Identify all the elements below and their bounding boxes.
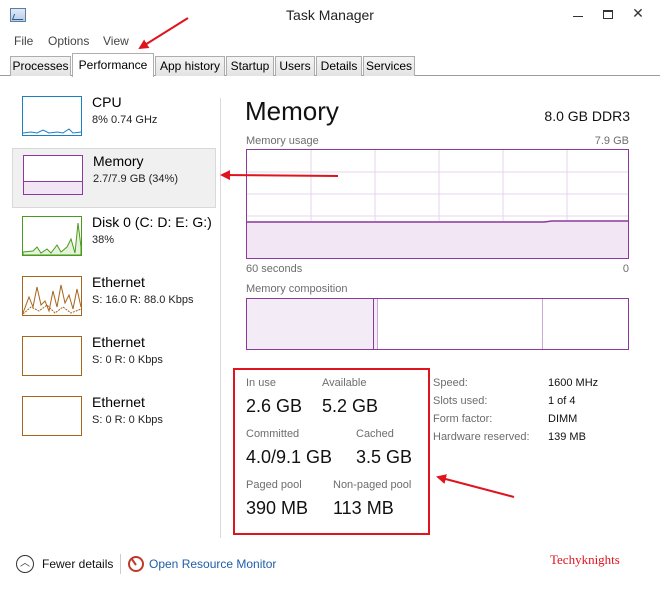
memory-spec: 8.0 GB DDR3 — [544, 108, 630, 124]
tab-details[interactable]: Details — [316, 56, 362, 76]
menu-options[interactable]: Options — [48, 34, 89, 48]
sidebar-item-detail: S: 16.0 R: 88.0 Kbps — [92, 294, 194, 306]
composition-standby — [378, 299, 543, 349]
close-icon: ✕ — [632, 6, 644, 22]
menu-view[interactable]: View — [103, 34, 129, 48]
pane-divider[interactable] — [220, 98, 221, 538]
tab-performance[interactable]: Performance — [72, 53, 154, 77]
sidebar-item-detail: S: 0 R: 0 Kbps — [92, 414, 163, 426]
sidebar-item-label: Ethernet — [92, 334, 145, 350]
property-label: Hardware reserved: — [433, 431, 530, 443]
graph-time-left: 60 seconds — [246, 263, 303, 275]
cpu-thumbnail-graph — [22, 96, 82, 136]
open-resource-monitor-link[interactable]: Open Resource Monitor — [149, 557, 276, 571]
fewer-details-link[interactable]: Fewer details — [42, 557, 113, 571]
property-label: Speed: — [433, 377, 468, 389]
resource-list: CPU 8% 0.74 GHz Memory 2.7/7.9 GB (34%) … — [10, 90, 220, 540]
chevron-up-icon: ︿ — [20, 558, 30, 569]
property-value: 1600 MHz — [548, 377, 599, 389]
minimize-button[interactable] — [564, 2, 592, 24]
property-label: Slots used: — [433, 395, 488, 407]
sidebar-item-detail: S: 0 R: 0 Kbps — [92, 354, 163, 366]
sidebar-item-ethernet-2[interactable]: Ethernet S: 0 R: 0 Kbps — [12, 330, 216, 390]
ethernet-thumbnail-graph — [22, 276, 82, 316]
tab-app-history[interactable]: App history — [155, 56, 225, 76]
tab-bar: Processes Performance App history Startu… — [0, 52, 660, 77]
property-value: 139 MB — [548, 431, 586, 443]
highlight-box — [233, 368, 430, 535]
sidebar-item-ethernet-1[interactable]: Ethernet S: 16.0 R: 88.0 Kbps — [12, 270, 216, 330]
sidebar-item-disk[interactable]: Disk 0 (C: D: E: G:) 38% — [12, 210, 216, 270]
memory-thumbnail-graph — [23, 155, 83, 195]
memory-usage-graph — [246, 149, 629, 259]
tab-services[interactable]: Services — [363, 56, 415, 76]
menu-file[interactable]: File — [14, 34, 33, 48]
sidebar-item-label: CPU — [92, 94, 122, 110]
property-label: Form factor: — [433, 413, 493, 425]
sidebar-item-memory[interactable]: Memory 2.7/7.9 GB (34%) — [12, 148, 216, 208]
sidebar-item-detail: 2.7/7.9 GB (34%) — [93, 173, 178, 185]
graph-time-right: 0 — [622, 263, 629, 275]
title-bar: Task Manager ✕ — [0, 0, 660, 30]
tab-users[interactable]: Users — [275, 56, 315, 76]
sidebar-item-label: Memory — [93, 153, 144, 169]
composition-free — [543, 299, 628, 349]
arrow-to-stats-box — [436, 474, 515, 498]
window-title: Task Manager — [286, 7, 374, 23]
usage-graph-max: 7.9 GB — [594, 135, 629, 147]
menu-bar: File Options View — [0, 30, 660, 52]
tab-processes[interactable]: Processes — [10, 56, 71, 76]
sidebar-item-label: Disk 0 (C: D: E: G:) — [92, 214, 212, 230]
usage-graph-label: Memory usage — [246, 135, 319, 147]
sidebar-item-detail: 8% 0.74 GHz — [92, 114, 158, 126]
composition-label: Memory composition — [246, 283, 348, 295]
memory-composition-bar — [246, 298, 629, 350]
property-value: 1 of 4 — [548, 395, 576, 407]
sidebar-item-detail: 38% — [92, 234, 115, 246]
page-title: Memory — [245, 96, 339, 126]
ethernet-thumbnail-graph — [22, 336, 82, 376]
sidebar-item-ethernet-3[interactable]: Ethernet S: 0 R: 0 Kbps — [12, 390, 216, 450]
sidebar-item-cpu[interactable]: CPU 8% 0.74 GHz — [12, 90, 216, 150]
footer-divider — [120, 554, 121, 574]
fewer-details-button[interactable]: ︿ — [16, 555, 34, 573]
maximize-icon — [603, 9, 613, 19]
ethernet-thumbnail-graph — [22, 396, 82, 436]
composition-in-use — [247, 299, 374, 349]
disk-thumbnail-graph — [22, 216, 82, 256]
minimize-icon — [573, 15, 583, 17]
watermark: Techyknights — [550, 552, 620, 567]
property-value: DIMM — [548, 413, 578, 425]
maximize-button[interactable] — [594, 2, 622, 24]
resource-monitor-icon — [128, 556, 144, 572]
tab-startup[interactable]: Startup — [226, 56, 274, 76]
sidebar-item-label: Ethernet — [92, 274, 145, 290]
close-button[interactable]: ✕ — [624, 2, 652, 24]
sidebar-item-label: Ethernet — [92, 394, 145, 410]
